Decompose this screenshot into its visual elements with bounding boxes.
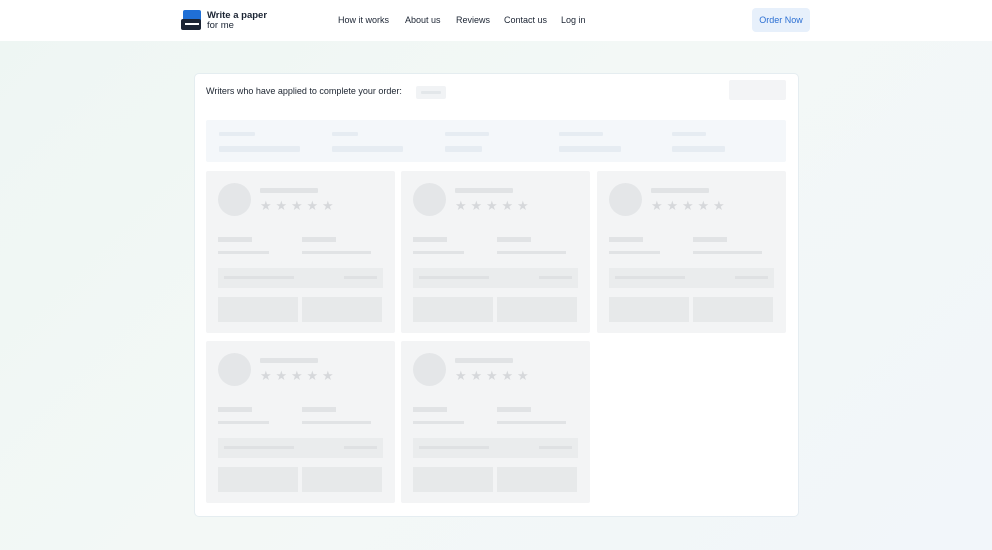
- writers-panel: Writers who have applied to complete you…: [195, 74, 798, 516]
- avatar-placeholder: [413, 353, 446, 386]
- logo-line1: Write a paper: [207, 9, 268, 21]
- star-icon: ★: [322, 369, 334, 384]
- logo-text: Write a paper for me: [207, 9, 268, 31]
- star-icon: ★: [455, 369, 467, 384]
- writer-card-placeholder: ★ ★ ★ ★ ★: [401, 171, 590, 333]
- star-icon: ★: [501, 369, 514, 384]
- star-icon: ★: [260, 199, 272, 214]
- star-icon: ★: [486, 199, 498, 214]
- nav-about-us[interactable]: About us: [405, 15, 441, 25]
- star-icon: ★: [682, 199, 694, 214]
- writer-card-placeholder: ★ ★ ★ ★ ★: [206, 171, 395, 333]
- order-count-placeholder: [416, 86, 446, 99]
- star-icon: ★: [275, 199, 288, 214]
- nav-reviews[interactable]: Reviews: [456, 15, 490, 25]
- star-icon: ★: [260, 369, 272, 384]
- site-header: Write a paper for me How it works About …: [0, 0, 992, 41]
- star-icon: ★: [697, 199, 710, 214]
- star-icon: ★: [517, 199, 529, 214]
- page-title: Writers who have applied to complete you…: [206, 86, 402, 96]
- star-icon: ★: [455, 199, 467, 214]
- star-icon: ★: [275, 369, 288, 384]
- logo-icon: [181, 10, 203, 31]
- action-button-placeholder: [729, 80, 786, 100]
- nav-contact-us[interactable]: Contact us: [504, 15, 547, 25]
- avatar-placeholder: [609, 183, 642, 216]
- rating-stars: ★ ★ ★ ★ ★: [651, 200, 726, 213]
- nav-log-in[interactable]: Log in: [561, 15, 586, 25]
- rating-stars: ★ ★ ★ ★ ★: [455, 200, 530, 213]
- star-icon: ★: [501, 199, 514, 214]
- writer-card-placeholder: ★ ★ ★ ★ ★: [401, 341, 590, 503]
- rating-stars: ★ ★ ★ ★ ★: [455, 370, 530, 383]
- star-icon: ★: [517, 369, 529, 384]
- star-icon: ★: [651, 199, 663, 214]
- writer-card-placeholder: ★ ★ ★ ★ ★: [597, 171, 786, 333]
- star-icon: ★: [291, 369, 303, 384]
- nav-how-it-works[interactable]: How it works: [338, 15, 389, 25]
- avatar-placeholder: [218, 353, 251, 386]
- order-now-button[interactable]: Order Now: [752, 8, 810, 32]
- avatar-placeholder: [413, 183, 446, 216]
- rating-stars: ★ ★ ★ ★ ★: [260, 370, 335, 383]
- logo-line2: for me: [207, 19, 234, 31]
- star-icon: ★: [322, 199, 334, 214]
- order-stats-placeholder: [206, 120, 786, 162]
- star-icon: ★: [666, 199, 679, 214]
- star-icon: ★: [306, 199, 319, 214]
- star-icon: ★: [306, 369, 319, 384]
- avatar-placeholder: [218, 183, 251, 216]
- logo[interactable]: Write a paper for me: [181, 10, 267, 31]
- star-icon: ★: [486, 369, 498, 384]
- star-icon: ★: [470, 369, 483, 384]
- star-icon: ★: [713, 199, 725, 214]
- rating-stars: ★ ★ ★ ★ ★: [260, 200, 335, 213]
- star-icon: ★: [470, 199, 483, 214]
- star-icon: ★: [291, 199, 303, 214]
- writer-card-placeholder: ★ ★ ★ ★ ★: [206, 341, 395, 503]
